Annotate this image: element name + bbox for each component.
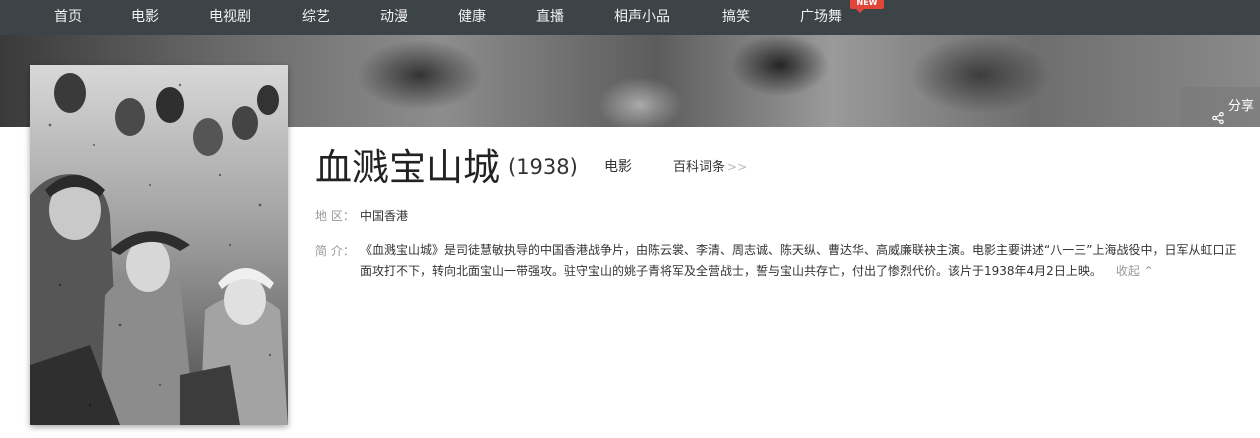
chevron-up-icon: ⌃	[1143, 264, 1154, 278]
nav-item-tv[interactable]: 电视剧	[209, 0, 251, 35]
baike-link[interactable]: 百科词条 >>	[673, 156, 747, 179]
nav-item-health[interactable]: 健康	[458, 0, 486, 35]
intro-body: 《血溅宝山城》是司徒慧敏执导的中国香港战争片，由陈云裳、李清、周志诚、陈天纵、曹…	[360, 243, 1237, 278]
movie-title: 血溅宝山城	[315, 146, 500, 189]
baike-link-label: 百科词条	[673, 160, 726, 175]
collapse-label: 收起	[1115, 264, 1140, 278]
nav-item-square-dance[interactable]: 广场舞	[800, 0, 842, 35]
movie-year: (1938)	[508, 155, 578, 179]
intro-text: 《血溅宝山城》是司徒慧敏执导的中国香港战争片，由陈云裳、李清、周志诚、陈天纵、曹…	[360, 240, 1245, 282]
nav-item-variety[interactable]: 综艺	[302, 0, 330, 35]
movie-category: 电影	[604, 159, 632, 175]
nav-item-home[interactable]: 首页	[54, 0, 82, 35]
nav-item-crosstalk[interactable]: 相声小品	[614, 0, 670, 35]
movie-poster[interactable]	[30, 65, 288, 425]
nav-item-movie[interactable]: 电影	[131, 0, 159, 35]
region-value: 中国香港	[360, 209, 409, 223]
intro-label: 简 介：	[315, 244, 355, 258]
nav-item-funny[interactable]: 搞笑	[722, 0, 750, 35]
nav-item-live[interactable]: 直播	[536, 0, 564, 35]
collapse-link[interactable]: 收起 ⌃	[1116, 264, 1154, 278]
share-label: 分享	[1228, 99, 1255, 114]
region-label: 地 区：	[315, 209, 355, 223]
top-nav: 首页 电影 电视剧 综艺 动漫 健康 直播 相声小品 搞笑 广场舞 NEW	[0, 0, 1260, 35]
share-button[interactable]: 分享	[1180, 87, 1260, 127]
nav-item-anime[interactable]: 动漫	[380, 0, 408, 35]
new-badge: NEW	[850, 0, 884, 13]
double-chevron-right-icon: >>	[727, 160, 748, 174]
